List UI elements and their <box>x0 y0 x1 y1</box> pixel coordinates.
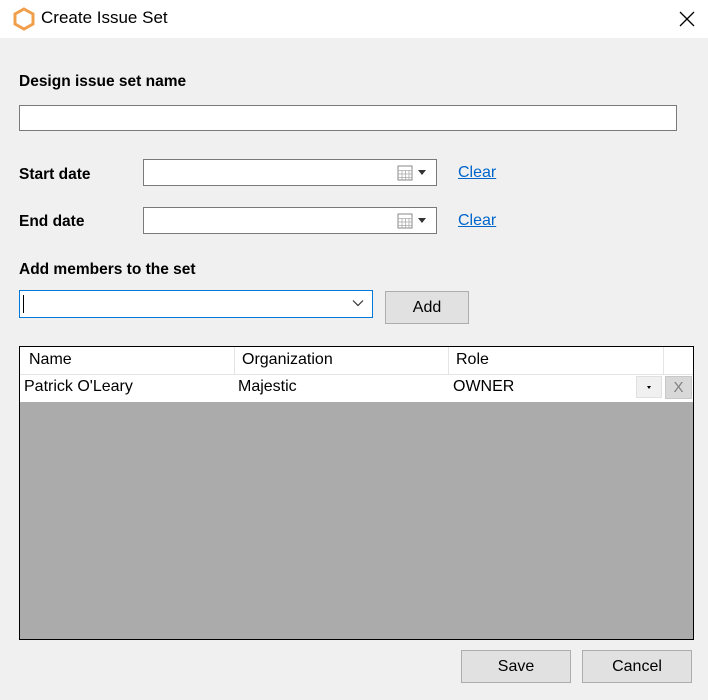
clear-start-date-link[interactable]: Clear <box>458 164 496 182</box>
start-date-picker[interactable] <box>143 159 437 186</box>
column-divider[interactable] <box>448 347 449 375</box>
add-members-label: Add members to the set <box>19 261 196 278</box>
column-divider[interactable] <box>234 347 235 375</box>
end-date-picker[interactable] <box>143 207 437 234</box>
member-role-cell[interactable]: OWNER <box>453 378 514 396</box>
hexagon-logo-icon <box>13 7 35 31</box>
member-name-cell: Patrick O'Leary <box>24 378 133 395</box>
column-header-role[interactable]: Role <box>456 351 489 369</box>
title-bar: Create Issue Set <box>0 0 708 38</box>
table-header: Name Organization Role <box>20 347 693 375</box>
column-header-name[interactable]: Name <box>29 351 72 369</box>
column-divider[interactable] <box>663 347 664 375</box>
member-organization-cell: Majestic <box>238 378 297 395</box>
dropdown-arrow-icon <box>418 170 426 175</box>
close-button[interactable] <box>666 0 708 38</box>
save-button[interactable]: Save <box>461 650 571 683</box>
text-cursor <box>23 295 24 313</box>
dropdown-arrow-icon <box>647 386 651 389</box>
calendar-icon <box>397 165 413 181</box>
start-date-label: Start date <box>19 166 91 183</box>
chevron-down-icon <box>352 300 364 307</box>
close-icon <box>679 11 695 27</box>
issue-set-name-input[interactable] <box>19 105 677 131</box>
issue-set-name-label: Design issue set name <box>19 73 187 90</box>
member-combobox[interactable] <box>19 290 373 318</box>
end-date-label: End date <box>19 213 85 230</box>
add-member-button[interactable]: Add <box>385 291 469 324</box>
members-table: Name Organization Role Patrick O'Leary M… <box>19 346 694 640</box>
cancel-button[interactable]: Cancel <box>582 650 692 683</box>
window-title: Create Issue Set <box>41 8 168 27</box>
table-row[interactable]: Patrick O'Leary Majestic OWNER X <box>20 375 693 402</box>
role-dropdown-button[interactable] <box>636 376 662 398</box>
dropdown-arrow-icon <box>418 218 426 223</box>
column-header-organization[interactable]: Organization <box>242 351 333 369</box>
clear-end-date-link[interactable]: Clear <box>458 212 496 230</box>
remove-member-button[interactable]: X <box>665 376 692 399</box>
calendar-icon <box>397 213 413 229</box>
